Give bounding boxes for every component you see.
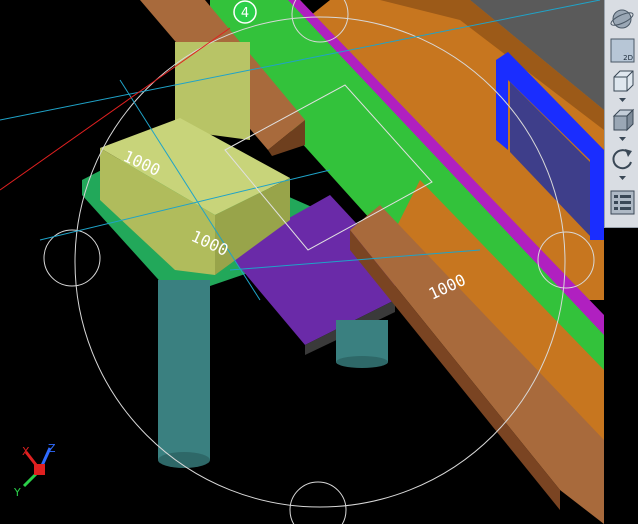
model-scene: 4 1000 1000 1000 X Z Y xyxy=(0,0,604,524)
column-left xyxy=(158,280,210,460)
column-right-base xyxy=(336,356,388,368)
cube-solid-icon xyxy=(612,108,635,132)
shaded-view-button[interactable] xyxy=(609,107,636,134)
display-settings-button[interactable] xyxy=(609,189,636,216)
view-toolbar: 2D xyxy=(604,0,638,228)
rotate-dropdown-icon[interactable] xyxy=(619,176,626,181)
axis-origin xyxy=(34,464,45,475)
orbit-button[interactable] xyxy=(609,6,636,33)
shaded-view-dropdown-icon[interactable] xyxy=(619,137,626,142)
view-2d-label: 2D xyxy=(623,54,633,62)
view-2d-button[interactable]: 2D xyxy=(609,37,636,64)
grid-settings-icon xyxy=(610,190,635,215)
view-3d-button[interactable] xyxy=(609,68,636,95)
axis-y-label: Y xyxy=(13,486,21,499)
cube-wire-icon xyxy=(613,70,634,92)
axis-x-label: X xyxy=(22,445,30,458)
rotate-icon xyxy=(612,149,632,170)
view-3d-dropdown-icon[interactable] xyxy=(619,98,626,103)
3d-viewport[interactable]: 4 1000 1000 1000 X Z Y xyxy=(0,0,638,524)
axis-z-label: Z xyxy=(48,442,56,455)
rotate-button[interactable] xyxy=(609,146,636,173)
orbit-icon xyxy=(610,9,634,29)
column-right xyxy=(336,320,388,362)
axis-bubble-label: 4 xyxy=(241,6,249,21)
orbit-handle-left[interactable] xyxy=(43,229,101,287)
orbit-handle-bottom[interactable] xyxy=(289,481,347,524)
